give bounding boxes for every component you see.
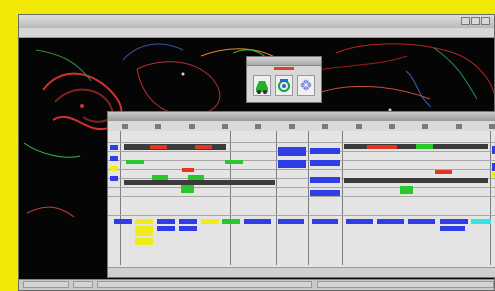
report-grid[interactable] bbox=[108, 131, 495, 267]
symbol-chip[interactable] bbox=[179, 226, 197, 231]
grid-line bbox=[108, 215, 495, 216]
window-titlebar[interactable] bbox=[19, 15, 494, 29]
symbol-chip[interactable] bbox=[408, 219, 435, 224]
tool-palette[interactable] bbox=[246, 56, 322, 103]
status-cell[interactable] bbox=[435, 170, 452, 174]
symbol-chip[interactable] bbox=[135, 226, 153, 236]
track-row[interactable] bbox=[124, 180, 275, 185]
symbol-chip[interactable] bbox=[471, 219, 491, 224]
green-vehicle-icon[interactable] bbox=[253, 75, 271, 96]
menu-bar bbox=[19, 28, 494, 38]
symbol-chip[interactable] bbox=[135, 238, 153, 245]
symbol-chip[interactable] bbox=[114, 219, 132, 224]
symbol-chip[interactable] bbox=[157, 219, 175, 224]
status-field bbox=[317, 281, 494, 288]
grid-icon[interactable] bbox=[297, 75, 315, 96]
symbol-chip[interactable] bbox=[135, 219, 153, 224]
status-cell[interactable] bbox=[182, 168, 194, 172]
grid-line bbox=[108, 196, 495, 197]
application-window bbox=[18, 14, 495, 291]
toolbar-icon-4[interactable] bbox=[221, 123, 228, 129]
status-field bbox=[23, 281, 69, 288]
toolbar-icon-8[interactable] bbox=[355, 123, 362, 129]
toolbar-icon-9[interactable] bbox=[388, 123, 395, 129]
status-cell[interactable] bbox=[416, 144, 433, 149]
symbol-chip[interactable] bbox=[179, 219, 197, 224]
toolbar-icon-3[interactable] bbox=[188, 123, 195, 129]
row-marker[interactable] bbox=[110, 145, 118, 150]
report-footer bbox=[108, 267, 495, 277]
symbol-chip[interactable] bbox=[201, 219, 219, 224]
selected-track-cell[interactable] bbox=[278, 147, 306, 156]
symbol-chip[interactable] bbox=[440, 226, 465, 231]
status-cell[interactable] bbox=[126, 160, 144, 164]
status-cell[interactable] bbox=[195, 145, 212, 149]
grid-line bbox=[108, 142, 495, 143]
tool-palette-titlebar[interactable] bbox=[247, 57, 321, 66]
selected-track-cell[interactable] bbox=[278, 160, 306, 168]
status-cell[interactable] bbox=[225, 160, 243, 164]
status-cell[interactable] bbox=[181, 185, 194, 193]
selected-track-cell[interactable] bbox=[310, 177, 340, 183]
symbol-chip[interactable] bbox=[244, 219, 271, 224]
row-marker[interactable] bbox=[110, 166, 118, 171]
minimize-icon[interactable] bbox=[461, 17, 470, 25]
symbol-chip[interactable] bbox=[312, 219, 338, 224]
status-field bbox=[73, 281, 93, 288]
selected-track-cell[interactable] bbox=[310, 160, 340, 166]
grid-line bbox=[108, 187, 495, 188]
toolbar-icon-5[interactable] bbox=[255, 123, 262, 129]
track-row[interactable] bbox=[344, 178, 488, 183]
symbol-chip[interactable] bbox=[440, 219, 468, 224]
toolbar-icon-1[interactable] bbox=[121, 123, 128, 129]
toolbar-icon-2[interactable] bbox=[155, 123, 162, 129]
tracking-report-window bbox=[107, 111, 495, 278]
symbol-chip[interactable] bbox=[377, 219, 404, 224]
selected-track-cell[interactable] bbox=[310, 190, 340, 196]
symbol-chip[interactable] bbox=[278, 219, 304, 224]
toolbar-icon-10[interactable] bbox=[422, 123, 429, 129]
symbol-chip[interactable] bbox=[346, 219, 373, 224]
row-marker[interactable] bbox=[110, 176, 118, 181]
palette-indicator bbox=[274, 67, 294, 70]
toolbar-icon-6[interactable] bbox=[288, 123, 295, 129]
symbol-chip[interactable] bbox=[222, 219, 240, 224]
status-bar bbox=[19, 279, 494, 290]
selected-track-cell[interactable] bbox=[310, 148, 340, 154]
status-cell[interactable] bbox=[400, 186, 413, 194]
toolbar-icon-7[interactable] bbox=[322, 123, 329, 129]
toolbar-icon-11[interactable] bbox=[455, 123, 462, 129]
status-field bbox=[97, 281, 312, 288]
symbol-chip[interactable] bbox=[157, 226, 175, 231]
toolbar-icon-12[interactable] bbox=[489, 123, 495, 129]
maximize-icon[interactable] bbox=[471, 17, 480, 25]
close-icon[interactable] bbox=[481, 17, 490, 25]
row-marker[interactable] bbox=[110, 156, 118, 161]
status-cell[interactable] bbox=[150, 145, 167, 149]
target-icon[interactable] bbox=[275, 75, 293, 96]
status-cell[interactable] bbox=[367, 145, 397, 149]
